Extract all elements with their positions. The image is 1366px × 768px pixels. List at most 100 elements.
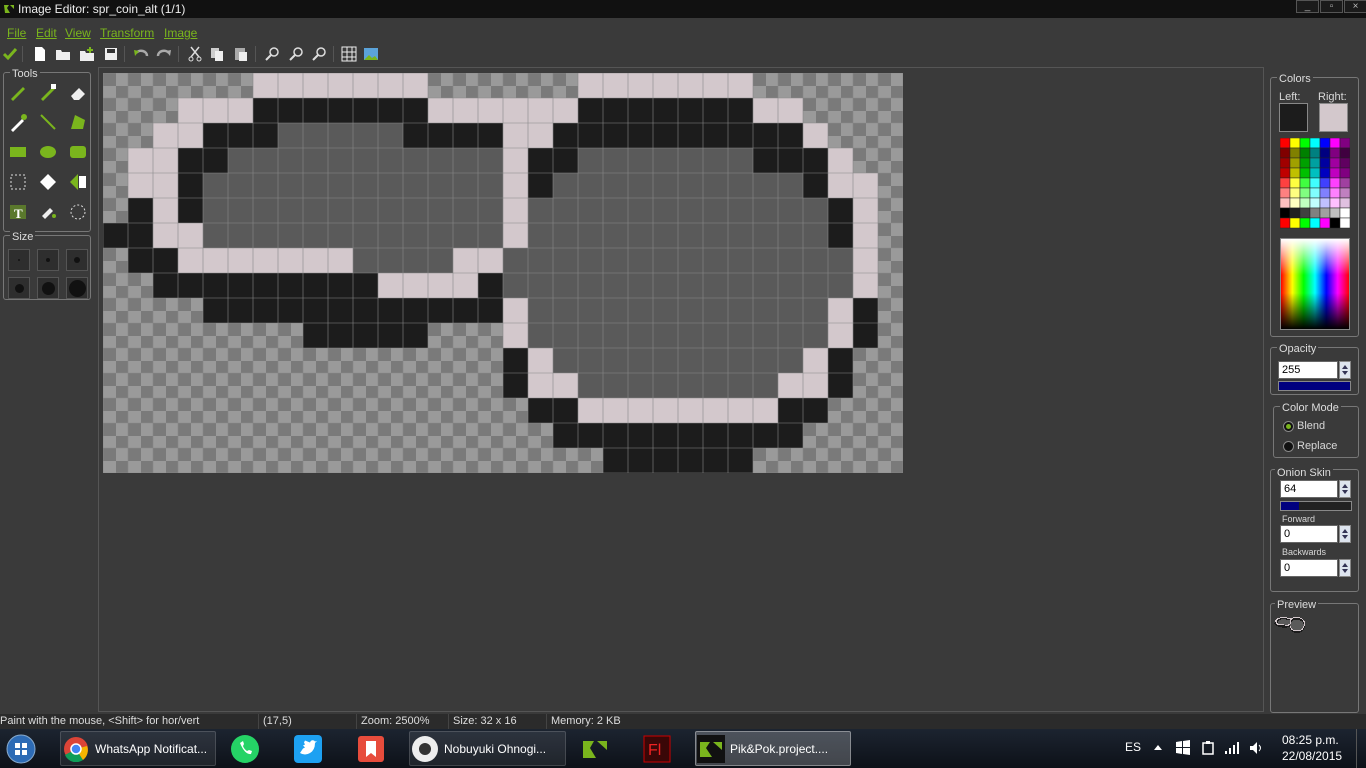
- volume-icon[interactable]: [1248, 740, 1264, 756]
- sprite-pixel[interactable]: [378, 148, 403, 173]
- redo-icon[interactable]: [155, 45, 173, 63]
- sprite-pixel[interactable]: [553, 173, 578, 198]
- sprite-pixel[interactable]: [828, 273, 853, 298]
- sprite-pixel[interactable]: [453, 173, 478, 198]
- transparent-pixel[interactable]: [403, 423, 429, 449]
- transparent-pixel[interactable]: [128, 323, 154, 349]
- sprite-pixel[interactable]: [203, 173, 228, 198]
- sprite-pixel[interactable]: [828, 223, 853, 248]
- sprite-pixel[interactable]: [703, 348, 728, 373]
- transparent-pixel[interactable]: [228, 323, 254, 349]
- transparent-pixel[interactable]: [553, 73, 579, 99]
- sprite-pixel[interactable]: [753, 423, 778, 448]
- cut-icon[interactable]: [186, 45, 204, 63]
- sprite-pixel[interactable]: [303, 298, 328, 323]
- sprite-pixel[interactable]: [503, 248, 528, 273]
- sprite-pixel[interactable]: [203, 273, 228, 298]
- sprite-pixel[interactable]: [478, 223, 503, 248]
- sprite-pixel[interactable]: [553, 298, 578, 323]
- transparent-pixel[interactable]: [178, 298, 204, 324]
- palette-swatch[interactable]: [1309, 177, 1321, 189]
- sprite-pixel[interactable]: [228, 298, 253, 323]
- palette-swatch[interactable]: [1280, 138, 1291, 149]
- sprite-pixel[interactable]: [778, 423, 803, 448]
- sprite-pixel[interactable]: [753, 123, 778, 148]
- transparent-pixel[interactable]: [878, 398, 903, 424]
- sprite-pixel[interactable]: [178, 248, 203, 273]
- onion-skin-bar[interactable]: [1280, 501, 1352, 511]
- sprite-pixel[interactable]: [278, 173, 303, 198]
- sprite-pixel[interactable]: [528, 223, 553, 248]
- sprite-pixel[interactable]: [328, 173, 353, 198]
- palette-swatch[interactable]: [1309, 197, 1321, 209]
- transparent-pixel[interactable]: [403, 398, 429, 424]
- transparent-pixel[interactable]: [853, 148, 879, 174]
- transparent-pixel[interactable]: [228, 448, 254, 473]
- transparent-pixel[interactable]: [753, 448, 779, 473]
- sprite-pixel[interactable]: [653, 273, 678, 298]
- sprite-pixel[interactable]: [453, 148, 478, 173]
- transparent-pixel[interactable]: [353, 423, 379, 449]
- sprite-pixel[interactable]: [153, 223, 178, 248]
- transparent-pixel[interactable]: [478, 348, 504, 374]
- sprite-pixel[interactable]: [703, 298, 728, 323]
- sprite-pixel[interactable]: [753, 323, 778, 348]
- transparent-pixel[interactable]: [878, 273, 903, 299]
- sprite-pixel[interactable]: [528, 398, 553, 423]
- sprite-pixel[interactable]: [353, 223, 378, 248]
- sprite-pixel[interactable]: [503, 348, 528, 373]
- transparent-pixel[interactable]: [328, 373, 354, 399]
- sprite-pixel[interactable]: [378, 298, 403, 323]
- transparent-pixel[interactable]: [128, 298, 154, 324]
- palette-swatch[interactable]: [1319, 138, 1331, 149]
- transparent-pixel[interactable]: [878, 323, 903, 349]
- transparent-pixel[interactable]: [178, 323, 204, 349]
- sprite-pixel[interactable]: [303, 248, 328, 273]
- sprite-pixel[interactable]: [678, 398, 703, 423]
- transparent-pixel[interactable]: [103, 198, 129, 224]
- backwards-stepper[interactable]: [1339, 559, 1351, 577]
- sprite-pixel[interactable]: [578, 173, 603, 198]
- sprite-pixel[interactable]: [278, 198, 303, 223]
- transparent-pixel[interactable]: [103, 423, 129, 449]
- transparent-pixel[interactable]: [153, 323, 179, 349]
- sprite-pixel[interactable]: [628, 373, 653, 398]
- transparent-pixel[interactable]: [453, 323, 479, 349]
- palette-swatch[interactable]: [1289, 157, 1301, 169]
- brush-size-4[interactable]: [8, 277, 30, 299]
- rounded-rect-icon[interactable]: [67, 141, 89, 163]
- transparent-pixel[interactable]: [478, 373, 504, 399]
- transparent-pixel[interactable]: [203, 398, 229, 424]
- sprite-pixel[interactable]: [253, 298, 278, 323]
- sprite-pixel[interactable]: [628, 73, 653, 98]
- confirm-check-icon[interactable]: [1, 45, 19, 63]
- transparent-pixel[interactable]: [803, 423, 829, 449]
- transparent-pixel[interactable]: [103, 373, 129, 399]
- sprite-pixel[interactable]: [678, 423, 703, 448]
- sprite-pixel[interactable]: [603, 373, 628, 398]
- sprite-pixel[interactable]: [303, 73, 328, 98]
- sprite-pixel[interactable]: [203, 248, 228, 273]
- palette-swatch[interactable]: [1319, 157, 1331, 169]
- sprite-pixel[interactable]: [653, 323, 678, 348]
- transparent-pixel[interactable]: [428, 398, 454, 424]
- sprite-pixel[interactable]: [278, 298, 303, 323]
- sprite-pixel[interactable]: [803, 273, 828, 298]
- transparent-pixel[interactable]: [128, 398, 154, 424]
- transparent-pixel[interactable]: [103, 173, 129, 199]
- palette-swatch[interactable]: [1280, 207, 1291, 219]
- sprite-pixel[interactable]: [603, 398, 628, 423]
- transparent-pixel[interactable]: [153, 348, 179, 374]
- magic-wand-icon[interactable]: [37, 171, 59, 193]
- sprite-pixel[interactable]: [703, 398, 728, 423]
- sprite-pixel[interactable]: [603, 248, 628, 273]
- sprite-pixel[interactable]: [428, 148, 453, 173]
- sprite-pixel[interactable]: [528, 123, 553, 148]
- sprite-pixel[interactable]: [853, 173, 878, 198]
- taskbar-gamemaker-project[interactable]: Pik&Pok.project....: [695, 731, 851, 766]
- transparent-pixel[interactable]: [878, 173, 903, 199]
- sprite-pixel[interactable]: [303, 148, 328, 173]
- sprite-pixel[interactable]: [553, 198, 578, 223]
- transparent-pixel[interactable]: [303, 423, 329, 449]
- palette-swatch[interactable]: [1309, 207, 1321, 219]
